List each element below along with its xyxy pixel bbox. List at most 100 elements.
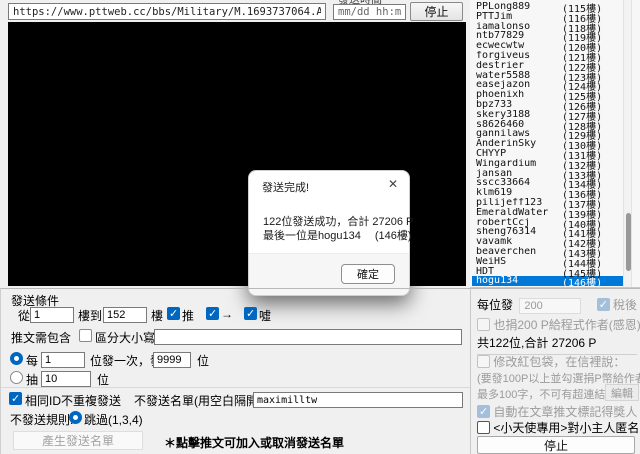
list-item[interactable]: destrier(122樓)	[472, 61, 624, 71]
case-sensitive-label: 區分大小寫	[95, 329, 155, 346]
count-input[interactable]	[153, 352, 191, 368]
schedule-time-input[interactable]	[333, 4, 406, 20]
edit-envelope-checkbox[interactable]	[477, 355, 490, 368]
donate-label: 也捐200 P給程式作者(感恩)	[493, 318, 640, 332]
list-item-username: klm619	[476, 188, 562, 198]
divider	[1, 387, 471, 388]
list-item-username: AnderinSky	[476, 139, 562, 149]
click-hint: ＊點擊推文可加入或取消發送名單	[164, 434, 344, 451]
limit-note: 最多100字，不可有超連結	[477, 389, 605, 401]
list-item[interactable]: PTTJim(116樓)	[472, 12, 624, 22]
list-item[interactable]: ecwecwtw(120樓)	[472, 41, 624, 51]
count-suffix: 位	[197, 352, 209, 369]
floor-suffix: 樓	[151, 307, 163, 324]
list-item-username: ntb77829	[476, 31, 562, 41]
list-item-username: HDT	[476, 267, 562, 277]
case-sensitive-checkbox[interactable]	[79, 329, 92, 342]
after-tax-checkbox[interactable]	[597, 298, 610, 311]
boo-label: 噓	[259, 307, 271, 324]
list-item-username: hogu134	[476, 276, 562, 286]
scrollbar-thumb[interactable]	[626, 213, 631, 271]
same-id-checkbox[interactable]	[9, 392, 22, 405]
list-item[interactable]: HDT(145樓)	[472, 267, 624, 277]
close-icon[interactable]: ✕	[388, 177, 398, 191]
after-tax-label: 稅後	[613, 298, 637, 312]
list-item-username: Wingardium	[476, 159, 562, 169]
list-item[interactable]: CHYYP(131樓)	[472, 149, 624, 159]
list-item-username: vavamk	[476, 237, 562, 247]
stop-button-top[interactable]: 停止	[410, 2, 463, 21]
to-label: 樓到	[78, 307, 102, 324]
contains-input[interactable]	[154, 329, 462, 345]
list-item[interactable]: skery3188(127樓)	[472, 110, 624, 120]
angel-anonymous-checkbox[interactable]	[477, 421, 490, 434]
rule-label: 不發送規則:	[10, 411, 73, 428]
list-item-username: EmeraldWater	[476, 208, 562, 218]
exclude-input[interactable]	[253, 392, 463, 408]
list-scrollbar[interactable]	[623, 0, 632, 287]
list-item[interactable]: hogu134(146樓)	[472, 276, 624, 286]
list-item[interactable]: Wingardium(132樓)	[472, 159, 624, 169]
list-item[interactable]: s8626460(128樓)	[472, 120, 624, 130]
list-item[interactable]: EmeraldWater(139樓)	[472, 208, 624, 218]
draw-radio[interactable]	[10, 371, 23, 384]
user-list: PPLong889(115樓)PTTJim(116樓)iamalonso(118…	[472, 2, 624, 286]
stop-button-bottom[interactable]: 停止	[477, 436, 635, 454]
list-item[interactable]: forgiveus(121樓)	[472, 51, 624, 61]
list-item[interactable]: ntb77829(119樓)	[472, 31, 624, 41]
list-item[interactable]: jansan(133樓)	[472, 169, 624, 179]
url-input[interactable]	[8, 3, 326, 20]
every-suffix: 位發一次，發	[90, 352, 162, 369]
list-item[interactable]: gannilaws(129樓)	[472, 129, 624, 139]
list-item[interactable]: robertCcj(140樓)	[472, 218, 624, 228]
list-item[interactable]: AnderinSky(130樓)	[472, 139, 624, 149]
list-item[interactable]: sscc33664(134樓)	[472, 178, 624, 188]
list-item[interactable]: vavamk(142樓)	[472, 237, 624, 247]
list-item-username: ecwecwtw	[476, 41, 562, 51]
edit-button[interactable]: 編輯	[605, 384, 639, 401]
from-label: 從	[18, 307, 30, 324]
per-person-input[interactable]	[519, 298, 581, 314]
app-window: 發送時間 停止 發送完成! ✕ 122位發送成功，合計 27206 P 最後一位…	[0, 0, 640, 454]
list-item-username: bpz733	[476, 100, 562, 110]
send-conditions-panel: 發送條件 從 樓到 樓 推 → 噓 推文需包含 區分大小寫 每 位發一次，發	[0, 288, 470, 454]
push-label: 推	[182, 307, 194, 324]
boo-checkbox[interactable]	[244, 307, 257, 320]
list-item[interactable]: iamalonso(118樓)	[472, 22, 624, 32]
skip-rule-radio[interactable]	[69, 411, 82, 424]
exclude-label: 不發送名單(用空白隔開)	[134, 392, 262, 409]
list-item[interactable]: water5588(123樓)	[472, 71, 624, 81]
list-item-username: forgiveus	[476, 51, 562, 61]
skip-rule-label: 跳過(1,3,4)	[84, 411, 143, 428]
list-item-username: CHYYP	[476, 149, 562, 159]
list-item[interactable]: pilijeff123(137樓)	[472, 198, 624, 208]
list-item[interactable]: PPLong889(115樓)	[472, 2, 624, 12]
to-floor-input[interactable]	[103, 307, 147, 323]
generate-list-button[interactable]: 產生發送名單	[13, 431, 143, 450]
from-floor-input[interactable]	[30, 307, 74, 323]
total-summary: 共122位,合計 27206 P	[477, 334, 637, 355]
list-item[interactable]: beaverchen(143樓)	[472, 247, 624, 257]
every-radio[interactable]	[10, 352, 23, 365]
draw-n-input[interactable]	[41, 371, 91, 387]
list-item[interactable]: phoenixh(125樓)	[472, 90, 624, 100]
dialog-title: 發送完成!	[262, 179, 309, 195]
arrow-label: →	[221, 307, 233, 321]
list-item[interactable]: klm619(136樓)	[472, 188, 624, 198]
every-n-input[interactable]	[41, 352, 85, 368]
donate-checkbox[interactable]	[477, 318, 490, 331]
list-item[interactable]: easejazon(124樓)	[472, 80, 624, 90]
list-item[interactable]: WeiHS(144樓)	[472, 257, 624, 267]
list-item-username: gannilaws	[476, 129, 562, 139]
draw-suffix: 位	[97, 371, 109, 388]
list-item-username: WeiHS	[476, 257, 562, 267]
list-item[interactable]: sheng76314(141樓)	[472, 227, 624, 237]
push-checkbox[interactable]	[167, 307, 180, 320]
list-item[interactable]: bpz733(126樓)	[472, 100, 624, 110]
per-person-label: 每位發	[477, 298, 513, 312]
payment-panel: 每位發 稅後 也捐200 P給程式作者(感恩) 共122位,合計 27206 P…	[470, 288, 640, 454]
list-item-username: jansan	[476, 169, 562, 179]
mark-winner-checkbox[interactable]	[477, 405, 490, 418]
ok-button[interactable]: 確定	[341, 264, 395, 284]
arrow-checkbox[interactable]	[206, 307, 219, 320]
